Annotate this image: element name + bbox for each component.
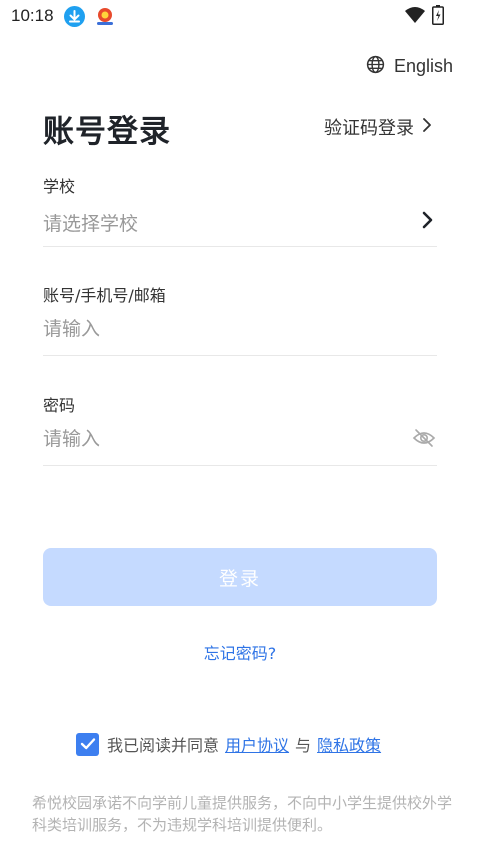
agreement-prefix: 我已阅读并同意 — [107, 736, 220, 755]
battery-icon — [432, 5, 444, 25]
verification-code-login-link[interactable]: 验证码登录 — [324, 114, 434, 140]
school-label: 学校 — [43, 177, 76, 196]
disclaimer-text: 希悦校园承诺不向学前儿童提供服务，不向中小学生提供校外学科类培训服务，不为违规学… — [32, 794, 453, 834]
chevron-right-icon — [420, 116, 434, 138]
school-select[interactable]: 请选择学校 — [43, 204, 437, 238]
account-input[interactable] — [43, 314, 383, 344]
download-icon — [64, 6, 85, 27]
agreement-conjunction: 与 — [295, 736, 312, 755]
privacy-policy-link[interactable]: 隐私政策 — [317, 732, 381, 756]
user-agreement-link[interactable]: 用户协议 — [225, 732, 289, 756]
language-label: English — [393, 55, 453, 76]
account-label: 账号/手机号/邮箱 — [43, 286, 166, 305]
status-bar: 10:18 — [0, 0, 480, 34]
checkmark-icon — [80, 738, 95, 750]
language-switch-button[interactable]: English — [366, 54, 453, 78]
forgot-password-link[interactable]: 忘记密码? — [0, 640, 480, 664]
page-title: 账号登录 — [43, 114, 171, 150]
verification-code-login-label: 验证码登录 — [324, 118, 414, 139]
school-divider — [43, 246, 437, 247]
account-divider — [43, 355, 437, 356]
school-select-placeholder: 请选择学校 — [43, 213, 139, 235]
wifi-icon — [404, 6, 426, 24]
app-notification-icon — [94, 5, 116, 27]
status-time: 10:18 — [11, 6, 54, 25]
password-input[interactable] — [43, 424, 393, 454]
login-button[interactable]: 登录 — [43, 548, 437, 606]
password-label: 密码 — [43, 396, 76, 415]
globe-icon — [366, 55, 385, 78]
agreement-row: 我已阅读并同意 用户协议 与 隐私政策 — [76, 732, 387, 756]
password-divider — [43, 465, 437, 466]
agreement-checkbox[interactable] — [76, 732, 99, 756]
chevron-right-icon — [421, 210, 435, 234]
eye-closed-icon[interactable] — [412, 428, 436, 452]
